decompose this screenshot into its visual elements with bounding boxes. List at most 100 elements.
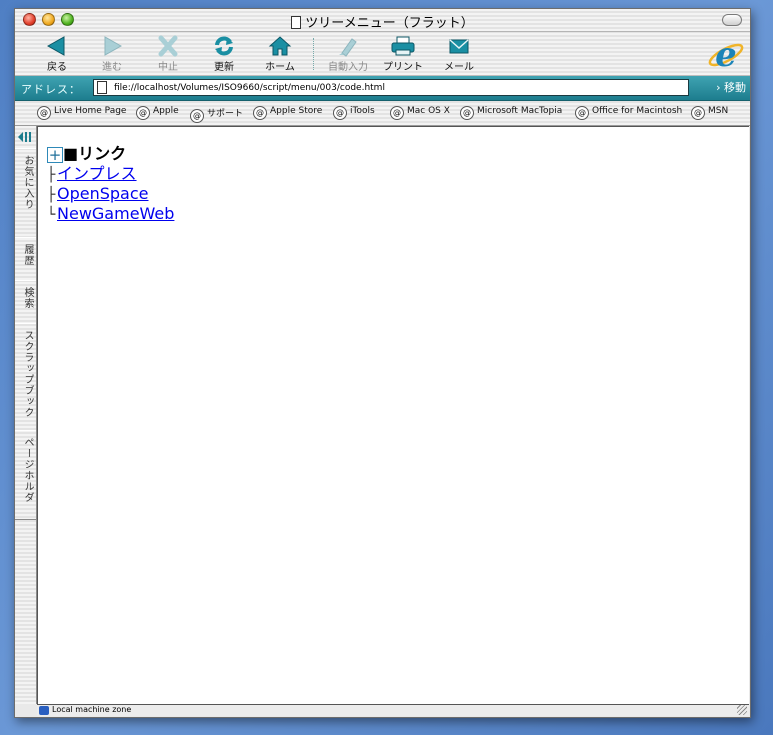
- mail-label: メール: [444, 62, 474, 73]
- go-label: 移動: [724, 81, 746, 94]
- favorite-label: Office for Macintosh: [592, 106, 683, 116]
- home-button[interactable]: ホーム: [254, 35, 306, 73]
- go-button[interactable]: › 移動: [698, 79, 746, 96]
- sidebar-tab-label: 履歴: [22, 244, 33, 266]
- back-button[interactable]: 戻る: [31, 35, 83, 73]
- favorite-item[interactable]: @ サポート: [190, 106, 243, 123]
- window-title-text: ツリーメニュー（フラット）: [305, 16, 474, 31]
- favorite-item[interactable]: @ Microsoft MacTopia: [460, 106, 562, 120]
- home-icon: [268, 36, 292, 56]
- favorite-label: Live Home Page: [54, 106, 127, 116]
- favorite-item[interactable]: @ Office for Macintosh: [575, 106, 682, 120]
- forward-label: 進む: [102, 62, 122, 73]
- favorite-label: MSN: [708, 106, 729, 116]
- document-icon: [291, 16, 302, 29]
- sidebar-tab-label: 検索: [22, 287, 33, 309]
- autofill-button[interactable]: 自動入力: [321, 35, 375, 73]
- mail-envelope-icon: [449, 39, 469, 54]
- autofill-pen-icon: [339, 38, 357, 57]
- favorite-label: Apple: [153, 106, 179, 116]
- zone-icon: [39, 706, 49, 715]
- sidebar-tab-scrapbook[interactable]: スクラップブック: [15, 323, 36, 431]
- stop-label: 中止: [158, 62, 178, 73]
- favorite-item[interactable]: @ Mac OS X: [390, 106, 450, 120]
- favorite-label: Microsoft MacTopia: [477, 106, 563, 116]
- favorite-item[interactable]: @ MSN: [691, 106, 728, 120]
- tree-branch-line: └: [47, 207, 56, 223]
- at-icon: @: [190, 109, 204, 123]
- sidebar-tab-search[interactable]: 検索: [15, 280, 36, 324]
- printer-icon: [391, 36, 415, 56]
- favorite-label: iTools: [350, 106, 375, 116]
- at-icon: @: [691, 106, 705, 120]
- at-icon: @: [253, 106, 267, 120]
- internet-explorer-logo-icon: e: [708, 35, 744, 74]
- tree-item: ├インプレス: [47, 164, 174, 184]
- browser-window: ツリーメニュー（フラット） 戻る 進む 中止 更新 ホーム 自動入力 プリント …: [14, 8, 751, 718]
- address-label: アドレス：: [21, 83, 81, 96]
- forward-button[interactable]: 進む: [86, 35, 138, 73]
- tree-item: ├OpenSpace: [47, 184, 174, 204]
- sidebar-tab-label: お気に入り: [22, 155, 33, 210]
- status-zone-text: Local machine zone: [52, 705, 132, 714]
- tree-root-row: + ■リンク: [47, 144, 174, 164]
- tree-expand-button[interactable]: +: [47, 147, 63, 163]
- at-icon: @: [575, 106, 589, 120]
- refresh-button[interactable]: 更新: [198, 35, 250, 73]
- tree-link-impress[interactable]: インプレス: [57, 164, 137, 183]
- go-arrow-icon: ›: [716, 81, 721, 94]
- at-icon: @: [136, 106, 150, 120]
- sidebar-tab-favorites[interactable]: お気に入り: [15, 148, 36, 238]
- mail-button[interactable]: メール: [433, 35, 485, 73]
- autofill-label: 自動入力: [328, 62, 368, 73]
- tree-link-openspace[interactable]: OpenSpace: [57, 184, 149, 203]
- tree-item: └NewGameWeb: [47, 204, 174, 224]
- status-bar: Local machine zone: [37, 704, 749, 716]
- favorite-item[interactable]: @ Apple: [136, 106, 179, 120]
- favorite-item[interactable]: @ Apple Store: [253, 106, 322, 120]
- favorite-item[interactable]: @ Live Home Page: [37, 106, 126, 120]
- toolbar-toggle-button[interactable]: [722, 14, 742, 26]
- address-field[interactable]: [93, 79, 689, 96]
- sidebar-tab-history[interactable]: 履歴: [15, 237, 36, 281]
- resize-grip-icon[interactable]: [737, 705, 747, 715]
- back-arrow-icon: [46, 36, 65, 56]
- tree-menu: + ■リンク ├インプレス ├OpenSpace └NewGameWeb: [47, 144, 174, 224]
- tree-link-newgameweb[interactable]: NewGameWeb: [57, 204, 174, 223]
- favorites-bar: @ Live Home Page @ Apple @ サポート @ Apple Stor…: [15, 101, 750, 126]
- refresh-label: 更新: [214, 62, 234, 73]
- print-button[interactable]: プリント: [377, 35, 429, 73]
- window-title: ツリーメニュー（フラット）: [15, 12, 750, 31]
- page-content: + ■リンク ├インプレス ├OpenSpace └NewGameWeb: [37, 126, 749, 704]
- stop-x-icon: [158, 35, 178, 57]
- favorite-label: サポート: [207, 109, 244, 119]
- at-icon: @: [333, 106, 347, 120]
- at-icon: @: [37, 106, 51, 120]
- sidebar-tab-page-holder[interactable]: ページホルダ: [15, 430, 36, 520]
- toolbar-separator: [313, 38, 315, 70]
- sidebar-tab-label: ページホルダ: [22, 437, 33, 503]
- favorite-item[interactable]: @ iTools: [333, 106, 375, 120]
- forward-arrow-icon: [104, 36, 123, 56]
- at-icon: @: [460, 106, 474, 120]
- toolbar: 戻る 進む 中止 更新 ホーム 自動入力 プリント メール e: [15, 32, 750, 76]
- explorer-sidebar: お気に入り 履歴 検索 スクラップブック ページホルダ: [15, 126, 37, 704]
- address-input[interactable]: [114, 81, 684, 94]
- sidebar-tab-label: スクラップブック: [22, 330, 33, 418]
- tree-root-label: ■リンク: [63, 144, 127, 163]
- address-bar: アドレス： › 移動: [15, 76, 750, 101]
- tree-branch-line: ├: [47, 167, 56, 183]
- at-icon: @: [390, 106, 404, 120]
- refresh-icon: [215, 36, 233, 56]
- title-bar[interactable]: ツリーメニュー（フラット）: [15, 9, 750, 32]
- print-label: プリント: [383, 62, 423, 73]
- page-icon: [97, 81, 107, 94]
- stop-button[interactable]: 中止: [142, 35, 194, 73]
- favorite-label: Mac OS X: [407, 106, 450, 116]
- home-label: ホーム: [265, 62, 295, 73]
- favorite-label: Apple Store: [270, 106, 323, 116]
- svg-text:e: e: [715, 35, 737, 74]
- sidebar-toggle-icon[interactable]: [17, 131, 33, 143]
- back-label: 戻る: [47, 62, 67, 73]
- tree-branch-line: ├: [47, 187, 56, 203]
